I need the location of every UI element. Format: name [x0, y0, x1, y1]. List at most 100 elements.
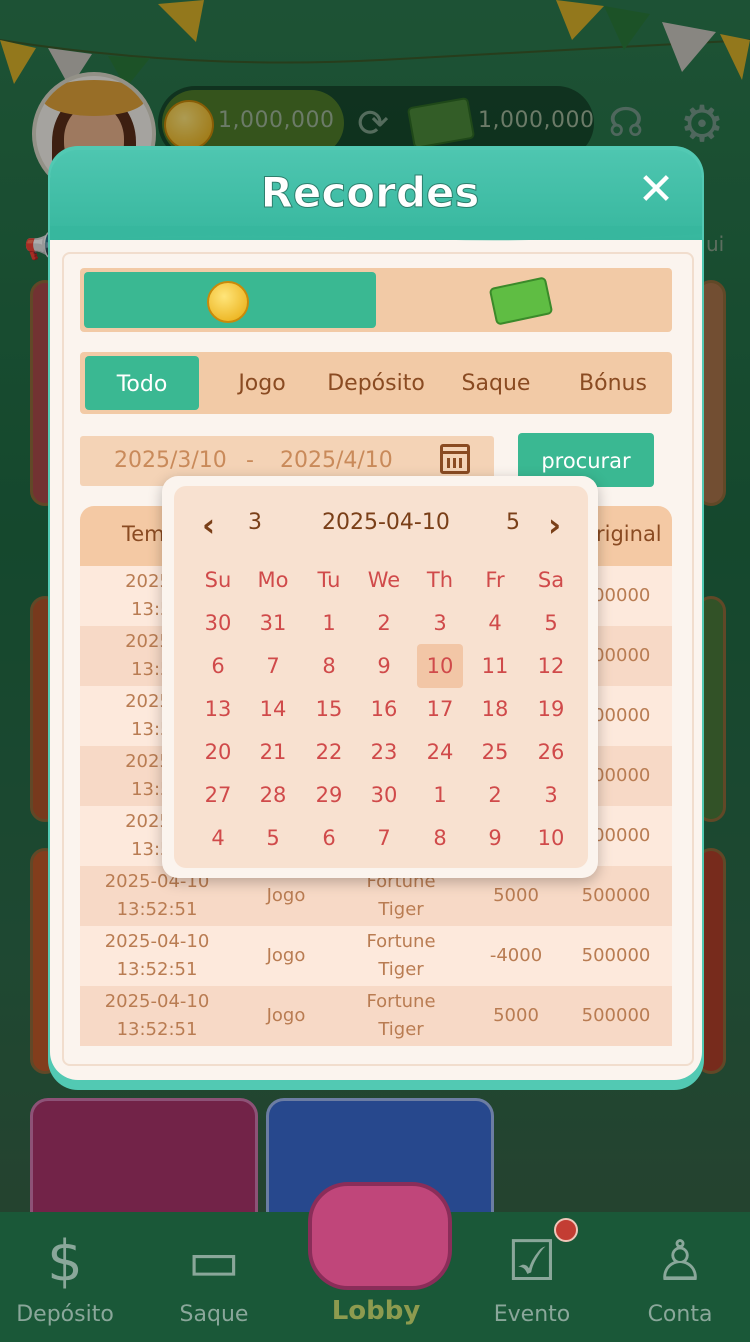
nav-deposito[interactable]: $ Depósito	[5, 1222, 125, 1327]
calendar-day[interactable]: 31	[250, 601, 296, 645]
cell-game: Tiger	[378, 899, 424, 920]
wallet-icon: ▭	[187, 1229, 241, 1294]
calendar-day[interactable]: 3	[528, 773, 574, 817]
cell-balance: 500000	[581, 885, 651, 906]
calendar-day[interactable]: 10	[417, 644, 463, 688]
cell-type: Jogo	[266, 885, 306, 906]
date-to: 2025/4/10	[280, 448, 393, 473]
tab-deposito[interactable]: Depósito	[319, 352, 433, 414]
nav-label: Depósito	[16, 1302, 114, 1327]
calendar-day[interactable]: 8	[417, 816, 463, 860]
calendar-day[interactable]: 29	[306, 773, 352, 817]
cell-game: Fortune	[366, 931, 436, 952]
calendar-day[interactable]: 2	[361, 601, 407, 645]
cell-balance: 500000	[581, 945, 651, 966]
calendar-day[interactable]: 16	[361, 687, 407, 731]
calendar-day[interactable]: 7	[361, 816, 407, 860]
tab-bonus[interactable]: Bónus	[556, 352, 670, 414]
cell-time: 13:52:51	[116, 1019, 198, 1040]
cell-balance: 500000	[581, 1005, 651, 1026]
calendar-day[interactable]: 11	[472, 644, 518, 688]
calendar-day[interactable]: 23	[361, 730, 407, 774]
cell-type: Jogo	[266, 945, 306, 966]
calendar-day[interactable]: 4	[195, 816, 241, 860]
calendar-day[interactable]: 1	[417, 773, 463, 817]
calendar-day[interactable]: 10	[528, 816, 574, 860]
weekday-label: Th	[426, 568, 454, 592]
calendar-day[interactable]: 6	[306, 816, 352, 860]
cell-amount: 5000	[493, 1005, 539, 1026]
nav-label: Conta	[647, 1302, 713, 1327]
nav-saque[interactable]: ▭ Saque	[154, 1222, 274, 1327]
calendar-day[interactable]: 25	[472, 730, 518, 774]
current-date: 2025-04-10	[322, 510, 450, 535]
calendar-day[interactable]: 1	[306, 601, 352, 645]
header-wave	[50, 226, 702, 241]
weekday-label: We	[367, 568, 401, 592]
calendar-day[interactable]: 17	[417, 687, 463, 731]
calendar-day[interactable]: 7	[250, 644, 296, 688]
cell-amount: 5000	[493, 885, 539, 906]
calendar-day[interactable]: 30	[361, 773, 407, 817]
chevron-left-icon[interactable]: ‹	[202, 506, 215, 544]
cell-time: 13:52:51	[116, 899, 198, 920]
cell-game: Tiger	[378, 1019, 424, 1040]
tab-saque[interactable]: Saque	[439, 352, 553, 414]
calendar-day[interactable]: 4	[472, 601, 518, 645]
calendar-day[interactable]: 18	[472, 687, 518, 731]
cell-amount: -4000	[489, 945, 543, 966]
calendar-day[interactable]: 22	[306, 730, 352, 774]
gamepad-icon	[308, 1182, 452, 1290]
prev-month[interactable]: 3	[248, 510, 262, 535]
calendar-day[interactable]: 15	[306, 687, 352, 731]
calendar-icon[interactable]	[440, 444, 470, 474]
nav-lobby[interactable]: Lobby	[316, 1296, 436, 1326]
weekday-label: Tu	[317, 568, 341, 592]
date-separator: -	[246, 448, 254, 473]
date-from: 2025/3/10	[114, 448, 227, 473]
column-header-time: Tem	[122, 522, 165, 546]
calendar-day[interactable]: 2	[472, 773, 518, 817]
calendar-day[interactable]: 5	[250, 816, 296, 860]
next-month[interactable]: 5	[506, 510, 520, 535]
calendar-day[interactable]: 3	[417, 601, 463, 645]
chevron-right-icon[interactable]: ›	[548, 506, 561, 544]
cell-type: Jogo	[266, 1005, 306, 1026]
calendar-day[interactable]: 19	[528, 687, 574, 731]
calendar-day[interactable]: 5	[528, 601, 574, 645]
calendar-day[interactable]: 30	[195, 601, 241, 645]
notification-badge	[554, 1218, 578, 1242]
weekday-label: Fr	[485, 568, 505, 592]
money-bag-icon: $	[47, 1229, 83, 1294]
weekday-label: Su	[204, 568, 232, 592]
nav-label: Saque	[179, 1302, 249, 1327]
user-icon: ♙	[654, 1229, 706, 1294]
calendar-day[interactable]: 27	[195, 773, 241, 817]
coin-icon	[207, 281, 249, 323]
close-button[interactable]: ✕	[630, 164, 682, 216]
cell-time: 13:52:51	[116, 959, 198, 980]
calendar-day[interactable]: 9	[472, 816, 518, 860]
weekday-label: Sa	[537, 568, 565, 592]
weekday-label: Mo	[257, 568, 289, 592]
calendar-day[interactable]: 24	[417, 730, 463, 774]
calendar-day[interactable]: 28	[250, 773, 296, 817]
calendar-day[interactable]: 14	[250, 687, 296, 731]
cell-date: 2025-04-10	[104, 931, 210, 952]
tab-todo[interactable]: Todo	[85, 356, 199, 410]
calendar-day[interactable]: 6	[195, 644, 241, 688]
cell-date: 2025-04-10	[104, 991, 210, 1012]
calendar-day[interactable]: 13	[195, 687, 241, 731]
calendar-day[interactable]: 12	[528, 644, 574, 688]
column-header-original: riginal	[596, 522, 662, 546]
nav-conta[interactable]: ♙ Conta	[620, 1222, 740, 1327]
calendar-day[interactable]: 9	[361, 644, 407, 688]
cell-game: Fortune	[366, 991, 436, 1012]
modal-title: Recordes	[260, 168, 480, 218]
tab-jogo[interactable]: Jogo	[205, 352, 319, 414]
calendar-day[interactable]: 21	[250, 730, 296, 774]
calendar-day[interactable]: 20	[195, 730, 241, 774]
calendar-day[interactable]: 26	[528, 730, 574, 774]
calendar-day[interactable]: 8	[306, 644, 352, 688]
cell-game: Tiger	[378, 959, 424, 980]
